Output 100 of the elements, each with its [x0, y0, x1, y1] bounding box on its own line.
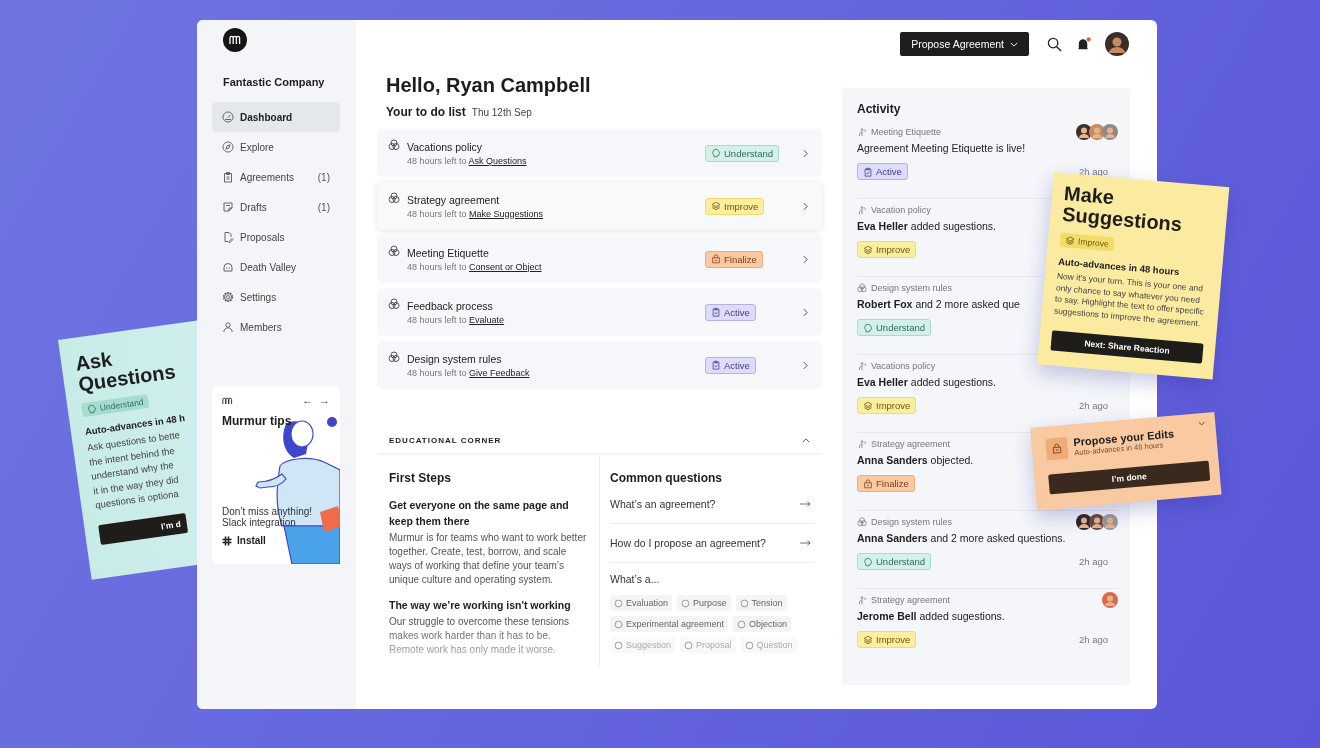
stage-badge: Understand	[705, 144, 780, 162]
branch-icon	[857, 595, 867, 605]
todo-name: Meeting Etiquette	[407, 246, 490, 259]
arrow-button[interactable]: →	[319, 394, 330, 406]
question-link[interactable]: What’s an agreement?	[610, 485, 815, 524]
todo-name: Feedback process	[407, 299, 494, 312]
nav-item[interactable]: Death Valley	[212, 252, 340, 282]
todo-item[interactable]: Meeting Etiquette 48 hours left to Consent or Object Finalize	[377, 235, 822, 283]
helmet-icon	[222, 261, 234, 273]
search-icon[interactable]	[1047, 36, 1062, 52]
stage-badge: Improve	[705, 197, 765, 215]
branch-icon	[857, 361, 867, 371]
chevron-icon	[803, 254, 808, 264]
activity-text: Robert Fox and 2 more asked que	[857, 298, 1020, 310]
stage-badge: Improve	[857, 631, 917, 648]
greeting: Hello, Ryan Campbell	[386, 74, 592, 97]
column-title: Common questions	[610, 471, 723, 485]
clipboard-icon	[863, 166, 873, 177]
term-chip[interactable]: Evaluation	[610, 595, 673, 611]
next-button[interactable]: Next: Share Reaction	[1050, 330, 1204, 364]
todo-item[interactable]: Vacations policy 48 hours left to Ask Questions Understand	[377, 129, 822, 177]
section-text: Murmur is for teams who want to work better together. Create, test, borrow, and scale ways of working that define your team’s unique culture and operating system.	[389, 531, 587, 587]
nav-item[interactable]: Agreements (1)	[212, 162, 340, 192]
due-text: 48 hours left to	[407, 261, 467, 272]
bag-icon	[711, 254, 721, 264]
activity-text: Eva Heller added sugestions.	[857, 376, 997, 388]
nav-item[interactable]: Drafts (1)	[212, 192, 340, 222]
nav-item[interactable]: Explore	[212, 132, 340, 162]
due-text: 48 hours left to	[407, 208, 467, 219]
nav-item[interactable]: Settings	[212, 282, 340, 312]
due-text: 48 hours left to	[407, 155, 467, 166]
logo-icon	[223, 28, 247, 52]
layers-icon	[711, 201, 721, 211]
timestamp: 2h ago	[1078, 634, 1108, 645]
bell-icon[interactable]	[1076, 36, 1091, 52]
question-link[interactable]: How do I propose an agreement?	[610, 524, 815, 563]
company-name: Fantastic Company	[223, 76, 326, 88]
hash-icon	[222, 535, 232, 546]
due-text: 48 hours left to	[407, 367, 467, 378]
task-link[interactable]: Make Suggestions	[469, 208, 544, 219]
arrow-icon	[800, 501, 811, 507]
term-chip[interactable]: Experimental agreement	[610, 616, 729, 632]
clipboard-icon	[222, 171, 234, 183]
clipboard-icon	[711, 360, 721, 370]
activity-topic: Vacations policy	[871, 361, 936, 371]
stage-badge: Active	[857, 163, 908, 180]
avatar[interactable]	[1105, 32, 1129, 56]
branch-icon	[857, 205, 867, 215]
tips-message: Don’t miss anything!	[222, 506, 313, 517]
chevron-icon	[803, 148, 808, 158]
logo-icon	[222, 395, 234, 405]
activity-topic: Meeting Etiquette	[871, 127, 942, 137]
panel-title: Activity	[857, 102, 902, 116]
todo-item[interactable]: Feedback process 48 hours left to Evaluate Active	[377, 288, 822, 336]
term-chip[interactable]: Purpose	[677, 595, 731, 611]
layers-icon	[863, 634, 873, 645]
nav-item[interactable]: Proposals	[212, 222, 340, 252]
term-chip[interactable]: Tension	[735, 595, 787, 611]
caret-icon	[1010, 41, 1018, 47]
task-link[interactable]: Ask Questions	[468, 155, 527, 166]
stage-badge: Improve	[857, 241, 917, 258]
stage-badge: Understand	[81, 394, 150, 418]
gauge-icon	[222, 111, 234, 123]
layers-icon	[863, 244, 873, 255]
todo-item[interactable]: Strategy agreement 48 hours left to Make Suggestions Improve	[377, 182, 822, 230]
timestamp: 2h ago	[1078, 400, 1108, 411]
circles-icon	[388, 351, 400, 363]
note-icon	[222, 201, 234, 213]
chevron-icon	[803, 201, 808, 211]
stage-badge: Understand	[857, 319, 932, 336]
todo-item[interactable]: Design system rules 48 hours left to Give Feedback Active	[377, 341, 822, 389]
activity-text: Anna Sanders objected.	[857, 454, 974, 466]
stage-badge: Improve	[1059, 232, 1115, 252]
circles-icon	[388, 192, 400, 204]
layers-icon	[1064, 235, 1076, 247]
activity-topic: Strategy agreement	[871, 439, 951, 449]
todo-date: Thu 12th Sep	[471, 107, 532, 118]
propose-agreement-button[interactable]: Propose Agreement	[900, 32, 1029, 56]
task-link[interactable]: Consent or Object	[469, 261, 542, 272]
task-link[interactable]: Give Feedback	[469, 367, 530, 378]
terms-title: What’s a...	[610, 573, 661, 585]
stage-badge: Finalize	[705, 250, 763, 268]
done-button[interactable]: I’m d	[98, 512, 188, 545]
activity-topic: Design system rules	[871, 517, 953, 527]
nav-item[interactable]: Members	[212, 312, 340, 342]
stage-badge: Active	[705, 303, 756, 321]
bag-icon	[1045, 436, 1069, 461]
document-icon	[222, 231, 234, 243]
term-chip[interactable]: Objection	[733, 616, 792, 632]
nav-item[interactable]: Dashboard	[212, 102, 340, 132]
install-link[interactable]: Install	[237, 535, 266, 546]
person-icon	[222, 321, 234, 333]
arrow-button[interactable]: ←	[302, 394, 313, 406]
card-title: Ask Questions	[74, 346, 177, 396]
activity-topic: Vacation policy	[871, 205, 931, 215]
chevron-icon[interactable]	[1198, 420, 1206, 427]
done-button[interactable]: I’m done	[1048, 460, 1211, 495]
chevron-icon[interactable]	[802, 437, 810, 443]
bag-icon	[863, 478, 873, 489]
task-link[interactable]: Evaluate	[469, 314, 505, 325]
